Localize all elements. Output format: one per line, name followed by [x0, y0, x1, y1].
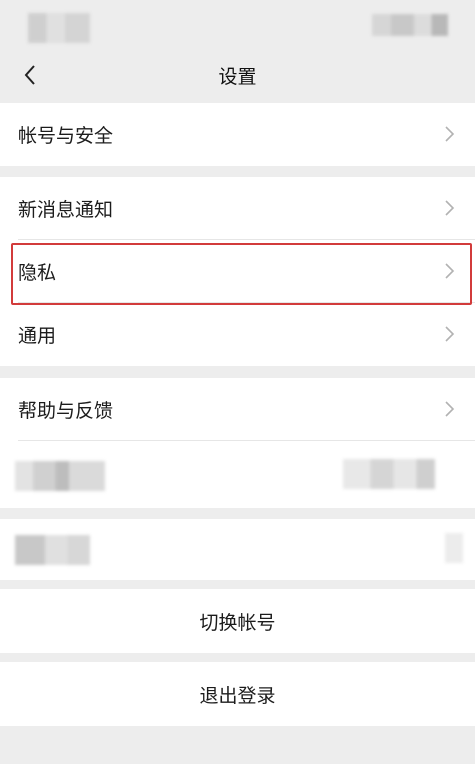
- obscured-chevron: [445, 533, 463, 563]
- navigation-bar: 设置: [0, 48, 475, 102]
- settings-item-help-feedback[interactable]: 帮助与反馈: [0, 378, 475, 441]
- settings-item-obscured-2[interactable]: [0, 519, 475, 580]
- switch-account-label: 切换帐号: [199, 612, 276, 634]
- log-out-label: 退出登录: [199, 685, 276, 707]
- settings-item-label: 新消息通知: [18, 199, 114, 221]
- settings-item-label: 通用: [18, 325, 57, 347]
- settings-item-label: 帮助与反馈: [18, 400, 114, 422]
- switch-account-button[interactable]: 切换帐号: [0, 589, 475, 653]
- settings-item-obscured[interactable]: [0, 441, 475, 508]
- obscured-label: [15, 461, 105, 491]
- status-bar: [0, 0, 475, 48]
- settings-item-account-security[interactable]: 帐号与安全: [0, 103, 475, 166]
- settings-item-general[interactable]: 通用: [0, 303, 475, 366]
- chevron-right-icon: [445, 126, 455, 142]
- log-out-button[interactable]: 退出登录: [0, 662, 475, 726]
- settings-item-new-message-notifications[interactable]: 新消息通知: [0, 177, 475, 240]
- page-title: 设置: [218, 66, 257, 88]
- status-bar-left-obscured: [28, 13, 90, 43]
- chevron-right-icon: [445, 401, 455, 417]
- settings-item-label: 帐号与安全: [18, 125, 114, 147]
- obscured-label: [15, 535, 90, 565]
- chevron-right-icon: [445, 326, 455, 342]
- privacy-highlight-box: [11, 243, 472, 305]
- status-bar-right-obscured: [372, 14, 448, 36]
- chevron-right-icon: [445, 200, 455, 216]
- obscured-value: [343, 459, 435, 489]
